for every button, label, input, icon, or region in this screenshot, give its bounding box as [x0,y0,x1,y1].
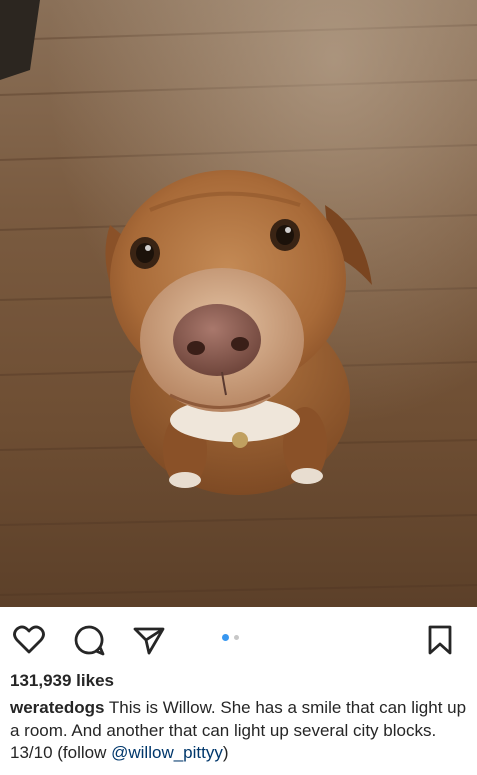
carousel-dot-active [222,634,229,641]
comment-icon[interactable] [72,623,106,657]
heart-icon[interactable] [12,623,46,657]
caption-mention-link[interactable]: @willow_pittyy [111,743,223,762]
post-caption: weratedogs This is Willow. She has a smi… [10,697,467,765]
bookmark-icon[interactable] [423,623,457,657]
share-icon[interactable] [132,623,166,657]
dog-photo [0,0,477,607]
likes-count[interactable]: 131,939 likes [10,671,114,691]
post-photo[interactable] [0,0,477,607]
instagram-post: 131,939 likes weratedogs This is Willow.… [0,0,477,775]
caption-end: ) [222,743,229,762]
carousel-dot [234,635,239,640]
caption-username[interactable]: weratedogs [10,698,104,717]
